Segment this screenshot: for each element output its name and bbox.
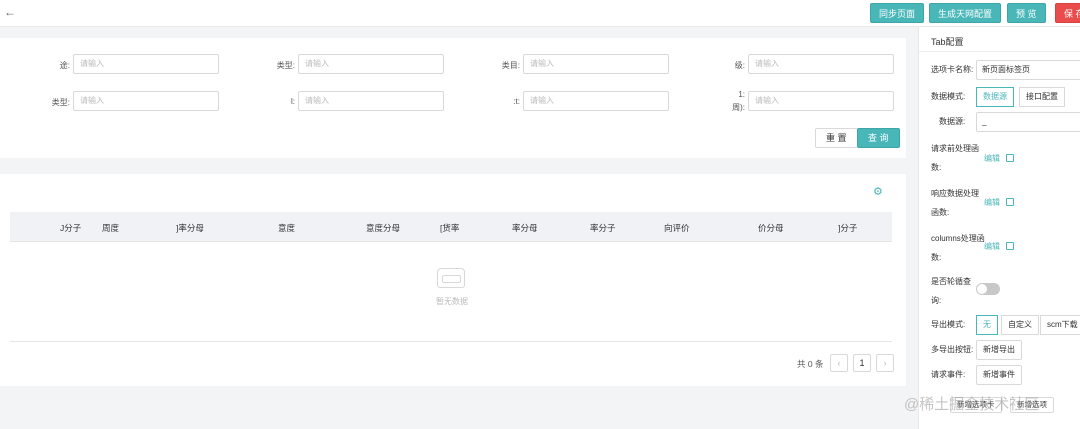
- reset-button[interactable]: 重 置: [815, 128, 858, 148]
- edit-icon: [1006, 242, 1014, 250]
- table-body: 暂无数据: [10, 242, 892, 342]
- export-mode-scm[interactable]: scm下载: [1040, 315, 1080, 335]
- filter-input[interactable]: 请输入: [298, 54, 444, 74]
- filter-label: 1:: [738, 90, 745, 99]
- gear-icon[interactable]: ⚙: [873, 186, 885, 198]
- filter-input[interactable]: 请输入: [523, 91, 669, 111]
- pagination-total: 共 0 条: [797, 359, 824, 369]
- pagination-prev-button[interactable]: ‹: [830, 354, 848, 372]
- polling-label: 是否轮循查询:: [931, 277, 971, 305]
- pagination-next-button[interactable]: ›: [876, 354, 894, 372]
- sync-page-button[interactable]: 同步页面: [870, 3, 925, 23]
- empty-text: 暂无数据: [436, 297, 468, 306]
- column-header: 价分母: [758, 223, 784, 233]
- column-header: J分子: [60, 223, 82, 233]
- add-export-button[interactable]: 新增导出: [976, 340, 1022, 360]
- save-button[interactable]: 保 存: [1055, 3, 1080, 23]
- tab-config-panel: Tab配置 选项卡名称: 新页面标签页 数据模式: 数据源 接口配置 数据源: …: [918, 27, 1080, 429]
- column-header: 向评价: [664, 223, 690, 233]
- column-header: 意度: [278, 223, 296, 233]
- columns-handler-label: columns处理函数:: [931, 234, 985, 262]
- export-mode-custom[interactable]: 自定义: [1001, 315, 1039, 335]
- pre-request-edit[interactable]: 编辑: [984, 153, 1014, 164]
- response-handler-edit[interactable]: 编辑: [984, 197, 1014, 208]
- preview-button[interactable]: 预 览: [1007, 3, 1046, 23]
- column-header: 意度分母: [366, 223, 401, 233]
- columns-handler-edit[interactable]: 编辑: [984, 241, 1014, 252]
- empty-box-icon: [437, 268, 465, 288]
- filter-input[interactable]: 请输入: [748, 91, 894, 111]
- filter-label: 级:: [734, 61, 745, 70]
- export-mode-none[interactable]: 无: [976, 315, 998, 335]
- top-bar: ← 同步页面 生成天网配置 预 览 保 存: [0, 0, 1080, 27]
- back-arrow-icon[interactable]: ←: [4, 5, 18, 19]
- data-mode-datasource[interactable]: 数据源: [976, 87, 1014, 107]
- generate-config-button[interactable]: 生成天网配置: [929, 3, 1002, 23]
- pagination-page-1[interactable]: 1: [853, 354, 871, 372]
- column-header: [货率: [440, 223, 460, 233]
- data-mode-api[interactable]: 接口配置: [1019, 87, 1065, 107]
- filter-label: l:: [291, 97, 295, 106]
- datasource-select[interactable]: _: [976, 112, 1080, 132]
- column-header: 率分子: [590, 223, 616, 233]
- filter-panel: 途: 请输入 类型: 请输入 类目: 请输入 级: 请输入 类型: 请输入 l:…: [0, 38, 906, 158]
- query-button[interactable]: 查 询: [857, 128, 900, 148]
- column-header: ]率分母: [176, 223, 204, 233]
- filter-label: :t:: [513, 97, 520, 106]
- column-header: ]分子: [838, 223, 858, 233]
- edit-icon: [1006, 198, 1014, 206]
- panel-title: Tab配置: [931, 37, 964, 47]
- polling-toggle[interactable]: [976, 283, 1000, 295]
- response-handler-label: 响应数据处理函数:: [931, 189, 979, 217]
- divider: [919, 51, 1080, 52]
- filter-input[interactable]: 请输入: [73, 54, 219, 74]
- filter-input[interactable]: 请输入: [748, 54, 894, 74]
- watermark: @稀土掘金技术社区: [904, 396, 1040, 413]
- filter-input[interactable]: 请输入: [73, 91, 219, 111]
- pre-request-label: 请求前处理函数:: [931, 144, 979, 172]
- filter-label: 类目:: [501, 61, 520, 70]
- tab-name-input[interactable]: 新页面标签页: [976, 60, 1080, 80]
- filter-label: 周):: [732, 103, 745, 112]
- column-header: 率分母: [512, 223, 538, 233]
- table-panel: ⚙ J分子 周度 ]率分母 意度 意度分母 [货率 率分母 率分子 向评价 价分…: [0, 174, 906, 386]
- add-event-button[interactable]: 新增事件: [976, 365, 1022, 385]
- edit-icon: [1006, 154, 1014, 162]
- table-header: J分子 周度 ]率分母 意度 意度分母 [货率 率分母 率分子 向评价 价分母 …: [10, 212, 892, 242]
- filter-label: 类型:: [51, 98, 70, 107]
- filter-label: 类型:: [276, 61, 295, 70]
- column-header: 周度: [102, 223, 120, 233]
- filter-input[interactable]: 请输入: [523, 54, 669, 74]
- filter-input[interactable]: 请输入: [298, 91, 444, 111]
- filter-label: 途:: [59, 61, 70, 70]
